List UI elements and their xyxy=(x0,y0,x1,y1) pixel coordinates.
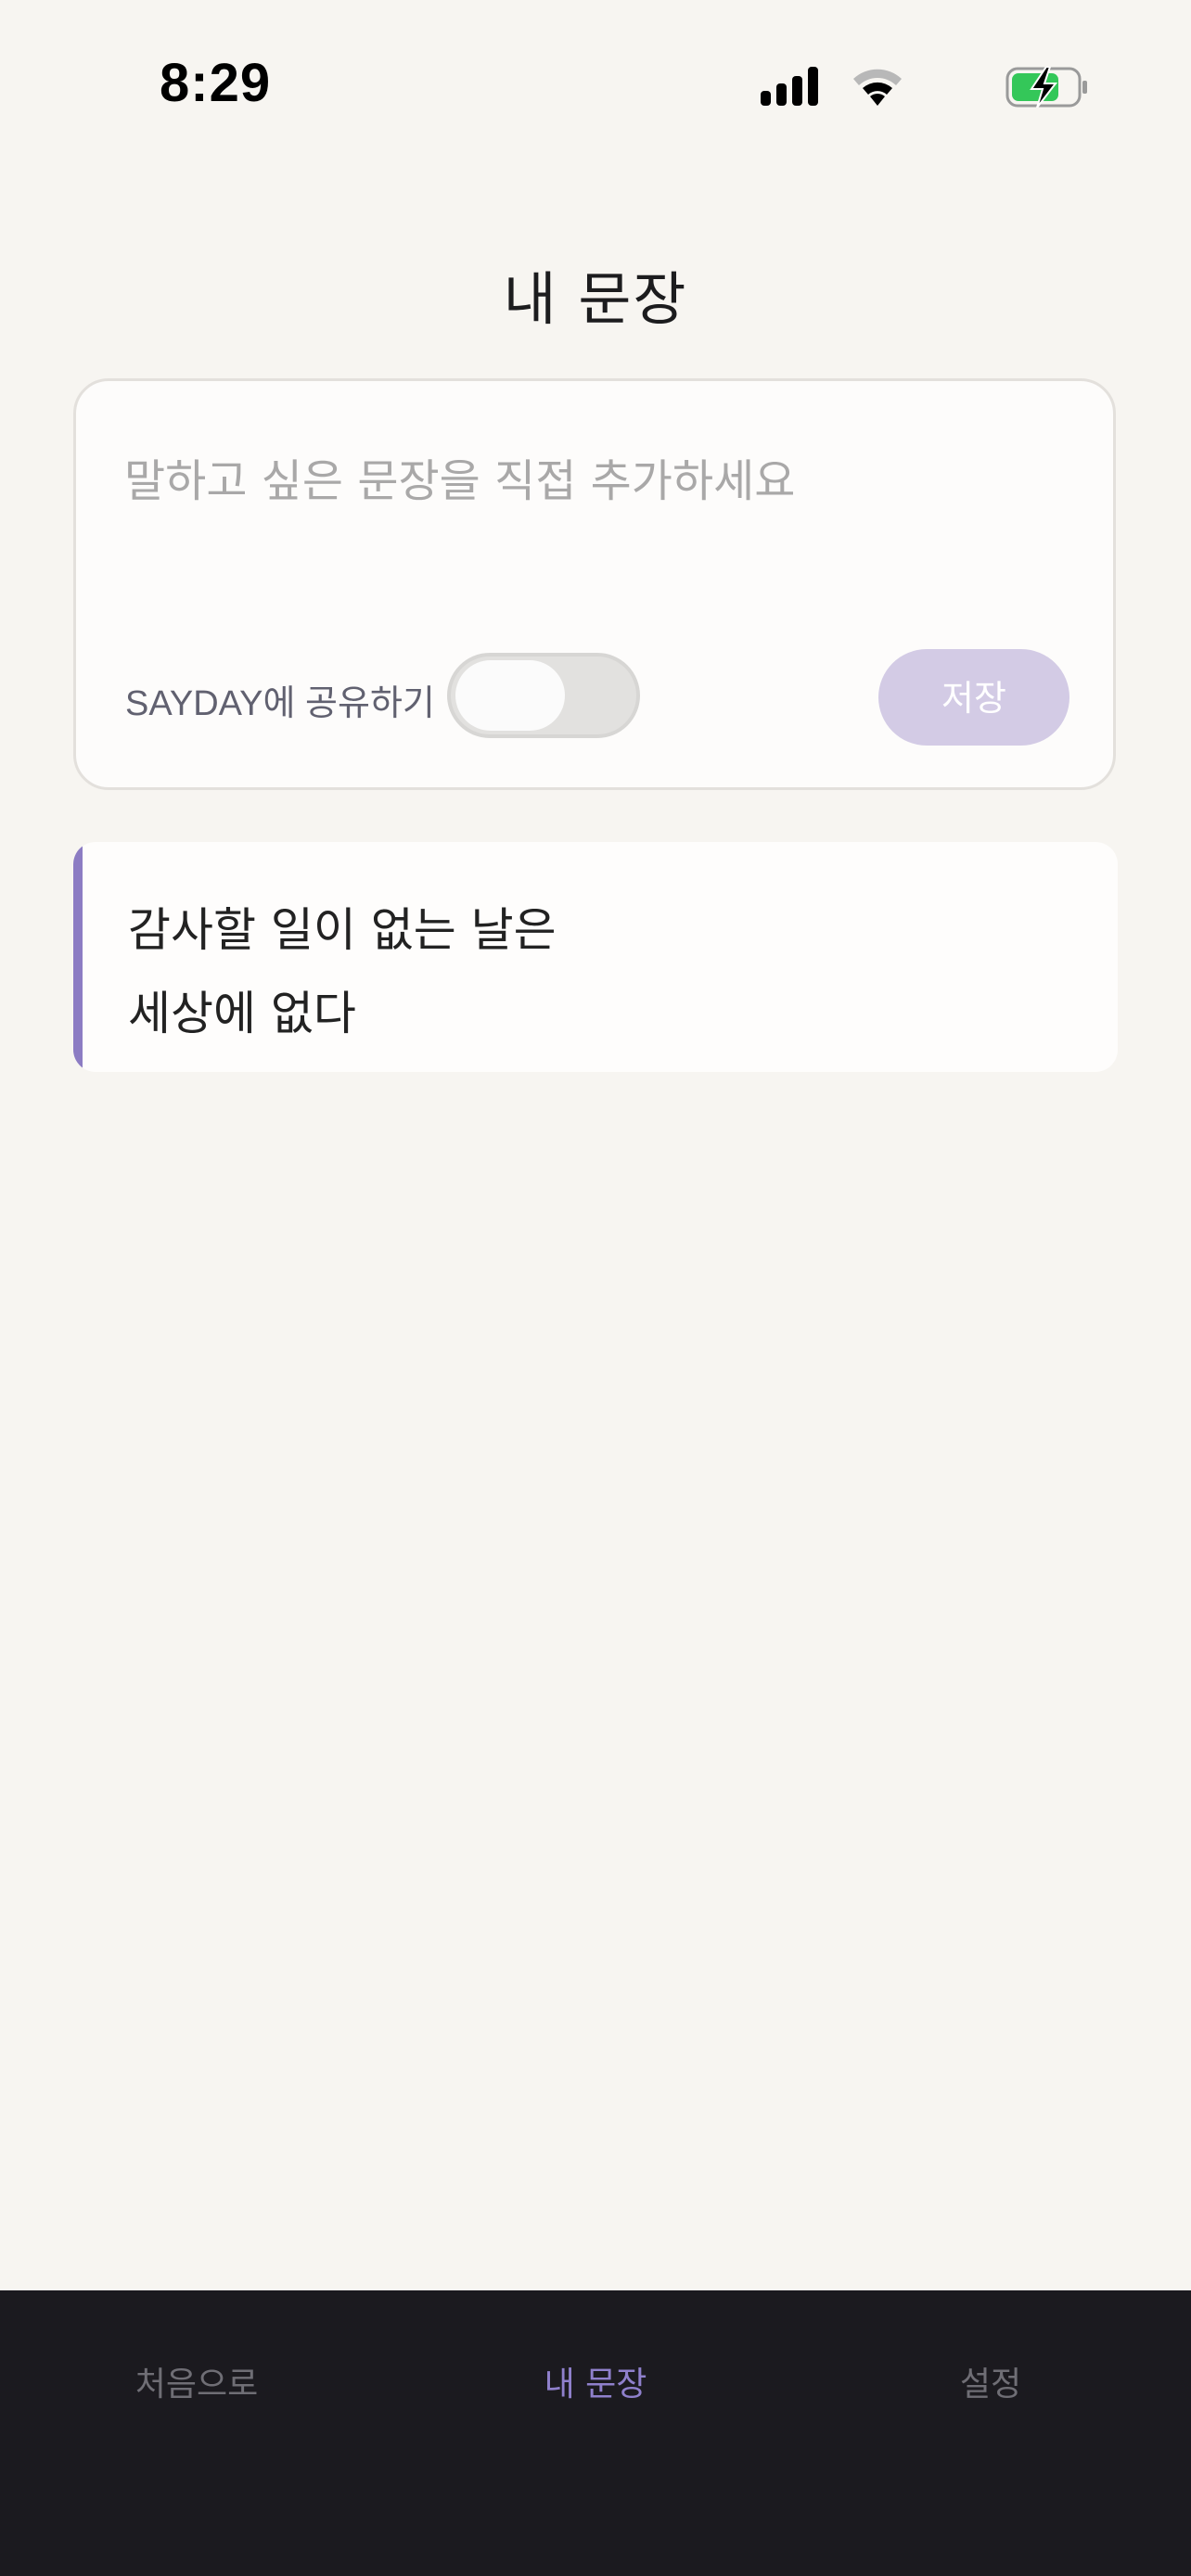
tab-bar: 처음으로 내 문장 설정 xyxy=(0,2290,1191,2576)
sentence-card[interactable]: 감사할 일이 없는 날은 세상에 없다 xyxy=(73,842,1118,1072)
tab-home[interactable]: 처음으로 xyxy=(58,2357,336,2405)
save-button[interactable]: 저장 xyxy=(878,649,1069,746)
battery-charging-icon xyxy=(1005,67,1087,108)
share-label: SAYDAY에 공유하기 xyxy=(125,684,435,723)
status-time: 8:29 xyxy=(160,53,272,113)
tab-settings[interactable]: 설정 xyxy=(852,2357,1130,2405)
status-bar: 8:29 xyxy=(0,0,1191,176)
wifi-icon xyxy=(853,69,902,106)
share-toggle[interactable] xyxy=(447,653,640,738)
sentence-input[interactable] xyxy=(124,455,1052,507)
sentence-accent-bar xyxy=(73,842,83,1072)
sentence-line: 감사할 일이 없는 날은 xyxy=(128,903,557,957)
sentence-text: 감사할 일이 없는 날은 세상에 없다 xyxy=(128,888,557,1055)
tab-my-sentences[interactable]: 내 문장 xyxy=(456,2357,735,2405)
sentence-composer: SAYDAY에 공유하기 저장 xyxy=(73,378,1116,790)
toggle-knob xyxy=(455,660,565,731)
page-title: 내 문장 xyxy=(503,265,688,333)
sentence-line: 세상에 없다 xyxy=(128,987,356,1040)
cellular-signal-icon xyxy=(761,67,818,106)
